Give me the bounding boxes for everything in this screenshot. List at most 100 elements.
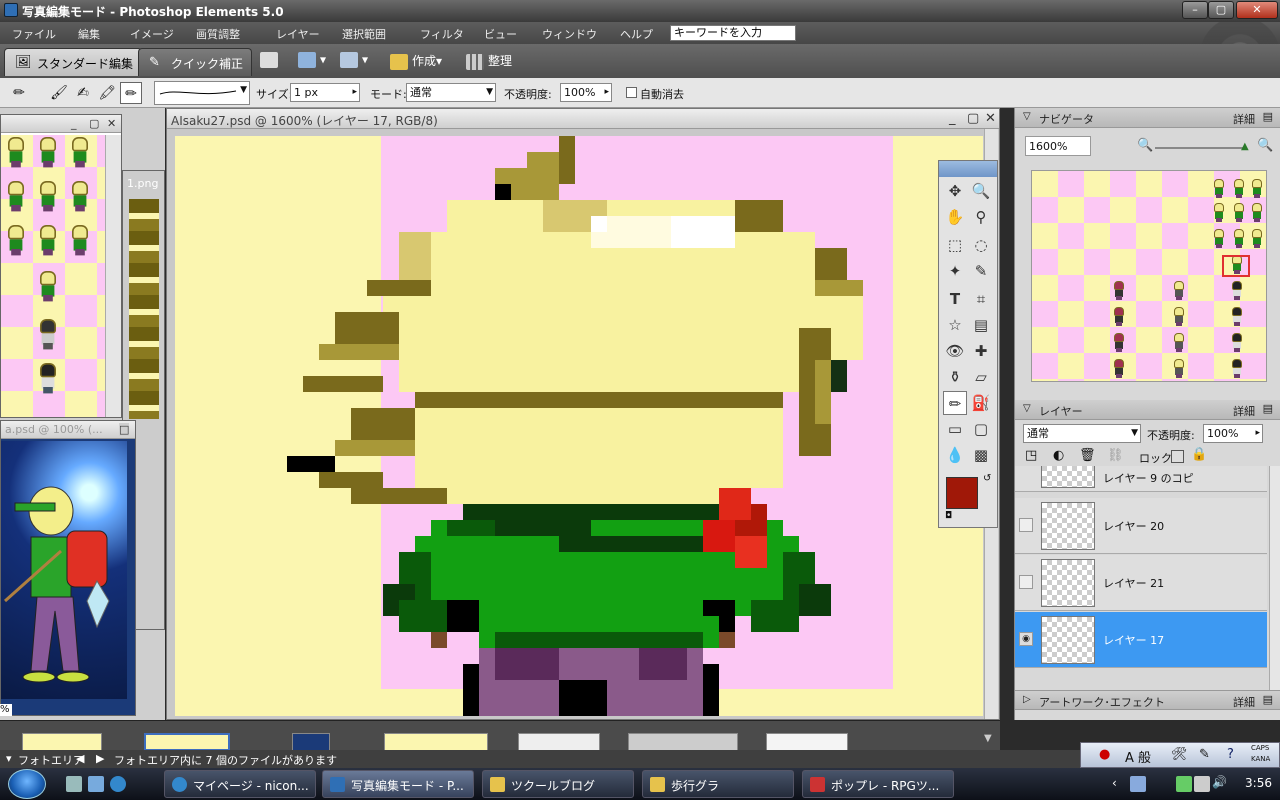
photo-thumbnail-selected[interactable] [144, 733, 230, 750]
photo-thumbnail[interactable] [766, 733, 848, 750]
menu-select[interactable]: 選択範囲 [342, 26, 386, 42]
start-button[interactable] [8, 769, 46, 799]
print-button[interactable] [260, 52, 282, 68]
photo-bin-label[interactable]: フォトエリア [18, 752, 84, 768]
organize-button[interactable]: 整理 [466, 52, 512, 70]
minimize-button[interactable]: – [1182, 1, 1208, 19]
healing-brush-tool-icon[interactable]: ✚ [969, 339, 993, 363]
crop-tool-icon[interactable]: ⌗ [969, 287, 993, 311]
eraser-tool-icon[interactable]: ▱ [969, 365, 993, 389]
image-canvas[interactable] [175, 136, 983, 716]
close-button[interactable]: ✕ [1236, 1, 1278, 19]
scroll-down-icon[interactable]: ▼ [984, 733, 992, 744]
maximize-icon[interactable]: ▢ [89, 117, 99, 130]
layers-header[interactable]: ▽ レイヤー 詳細 ▤ [1015, 400, 1280, 420]
layer-blend-mode-select[interactable]: 通常 ▼ [1023, 424, 1141, 443]
gradient-tool-icon[interactable]: ▭ [943, 417, 967, 441]
ime-mode-label[interactable]: A 般 [1125, 747, 1151, 766]
help-icon[interactable]: ? [1227, 747, 1234, 762]
menu-file[interactable]: ファイル [12, 26, 56, 42]
visibility-toggle[interactable] [1019, 518, 1033, 532]
eye-icon[interactable]: ◉ [1019, 632, 1033, 646]
close-icon[interactable]: ✕ [985, 111, 996, 126]
show-desktop-icon[interactable] [66, 776, 82, 792]
menu-layer[interactable]: レイヤー [276, 26, 320, 42]
navigator-header[interactable]: ▽ ナビゲータ 詳細 ▤ [1015, 108, 1280, 128]
ime-icon[interactable]: ● [1099, 747, 1110, 762]
default-colors-icon[interactable]: ◘ [945, 511, 952, 521]
maximize-icon[interactable]: ▢ [967, 111, 979, 126]
visibility-toggle[interactable] [1019, 575, 1033, 589]
navigator-view-rectangle[interactable] [1222, 255, 1250, 277]
menu-help[interactable]: ヘルプ [620, 26, 653, 42]
navigator-preview[interactable] [1031, 170, 1267, 382]
marquee-tool-icon[interactable]: ⬚ [943, 233, 967, 257]
keyword-search-input[interactable]: キーワードを入力 [670, 25, 796, 41]
document-window-spritesheet[interactable]: _ ▢ ✕ [0, 114, 122, 418]
ime-pad-icon[interactable]: ✎ [1199, 747, 1210, 762]
ime-tools-icon[interactable]: 🛠 [1171, 747, 1188, 762]
zoom-out-icon[interactable]: 🔍 [1137, 138, 1153, 153]
navigator-zoom-input[interactable]: 1600% [1025, 136, 1091, 156]
minimize-icon[interactable]: _ [71, 117, 77, 130]
zoom-in-icon[interactable]: 🔍 [1257, 138, 1273, 153]
tab-standard-edit[interactable]: 🖼 スタンダード編集 [4, 48, 143, 76]
layer-row-selected[interactable]: ◉ レイヤー 17 [1015, 612, 1267, 668]
network-icon[interactable] [1176, 776, 1192, 792]
size-input[interactable]: 1 px ▸ [290, 83, 360, 102]
lock-icon[interactable]: 🔒 [1191, 447, 1207, 462]
menu-enhance[interactable]: 画質調整 [196, 26, 240, 42]
hand-tool-icon[interactable]: ✋ [943, 205, 967, 229]
menu-filter[interactable]: フィルタ [420, 26, 464, 42]
battery-icon[interactable] [1194, 776, 1210, 792]
taskbar-button-folder-walk[interactable]: 歩行グラ [642, 770, 794, 798]
spritesheet-canvas[interactable] [1, 135, 105, 417]
tab-quick-fix[interactable]: ✎ クイック補正 [138, 48, 253, 76]
menu-window[interactable]: ウィンドウ [542, 26, 597, 42]
next-icon[interactable]: ▶ [96, 752, 104, 765]
email-button[interactable]: ▾ [340, 52, 368, 68]
brush-tool-icon[interactable]: 🖌 [48, 82, 70, 104]
menu-arrow-icon[interactable]: ▤ [1263, 693, 1273, 706]
type-tool-icon[interactable]: T [943, 287, 967, 311]
paint-bucket-tool-icon[interactable]: ⛽ [969, 391, 993, 415]
adjustment-layer-icon[interactable]: ◐ [1053, 448, 1064, 463]
share-button[interactable]: ▾ [298, 52, 326, 68]
clock[interactable]: 3:56 [1245, 776, 1272, 790]
recompose-tool-icon[interactable]: ▤ [969, 313, 993, 337]
lasso-tool-icon[interactable]: ◌ [969, 233, 993, 257]
magic-wand-tool-icon[interactable]: ✦ [943, 259, 967, 283]
menu-image[interactable]: イメージ [130, 26, 174, 42]
photo-thumbnail[interactable] [22, 733, 102, 750]
maximize-button[interactable]: ▢ [1208, 1, 1234, 19]
opacity-input[interactable]: 100% ▸ [560, 83, 612, 102]
document-window-illustration[interactable]: a.psd @ 100% (... □ [0, 420, 136, 716]
layer-opacity-input[interactable]: 100% ▸ [1203, 424, 1263, 443]
impressionist-brush-icon[interactable]: ✍ [72, 82, 94, 104]
vertical-scrollbar[interactable] [105, 135, 121, 417]
menu-edit[interactable]: 編集 [78, 26, 100, 42]
photo-thumbnail[interactable] [628, 733, 738, 750]
tray-icon[interactable] [1130, 776, 1146, 792]
layer-row[interactable]: レイヤー 20 [1015, 498, 1267, 554]
mode-select[interactable]: 通常 ▼ [406, 83, 496, 102]
red-eye-tool-icon[interactable]: 👁 [943, 339, 967, 363]
zoom-slider-thumb[interactable]: ▲ [1241, 141, 1249, 152]
collapse-icon[interactable]: ▾ [6, 752, 12, 765]
photo-thumbnail[interactable] [292, 733, 330, 750]
photo-thumbnail[interactable] [518, 733, 600, 750]
clone-stamp-tool-icon[interactable]: ⚱ [943, 365, 967, 389]
create-button[interactable]: 作成▾ [390, 52, 442, 70]
link-icon[interactable]: ⛓ [1107, 448, 1124, 463]
artwork-more-button[interactable]: 詳細 [1233, 694, 1255, 710]
trash-icon[interactable]: 🗑 [1079, 448, 1096, 463]
pencil-tool-icon[interactable]: ✏ [943, 391, 967, 415]
taskbar-button-browser[interactable]: マイページ - nicon... [164, 770, 316, 798]
swap-colors-icon[interactable]: ↺ [983, 473, 991, 484]
foreground-color-swatch[interactable] [946, 477, 978, 509]
illustration-canvas[interactable] [1, 441, 127, 699]
collapse-triangle-icon[interactable]: ▽ [1023, 403, 1031, 414]
taskbar-button-folder-blog[interactable]: ツクールブログ [482, 770, 634, 798]
new-layer-icon[interactable]: ◳ [1025, 448, 1037, 463]
expand-triangle-icon[interactable]: ▷ [1023, 694, 1031, 705]
